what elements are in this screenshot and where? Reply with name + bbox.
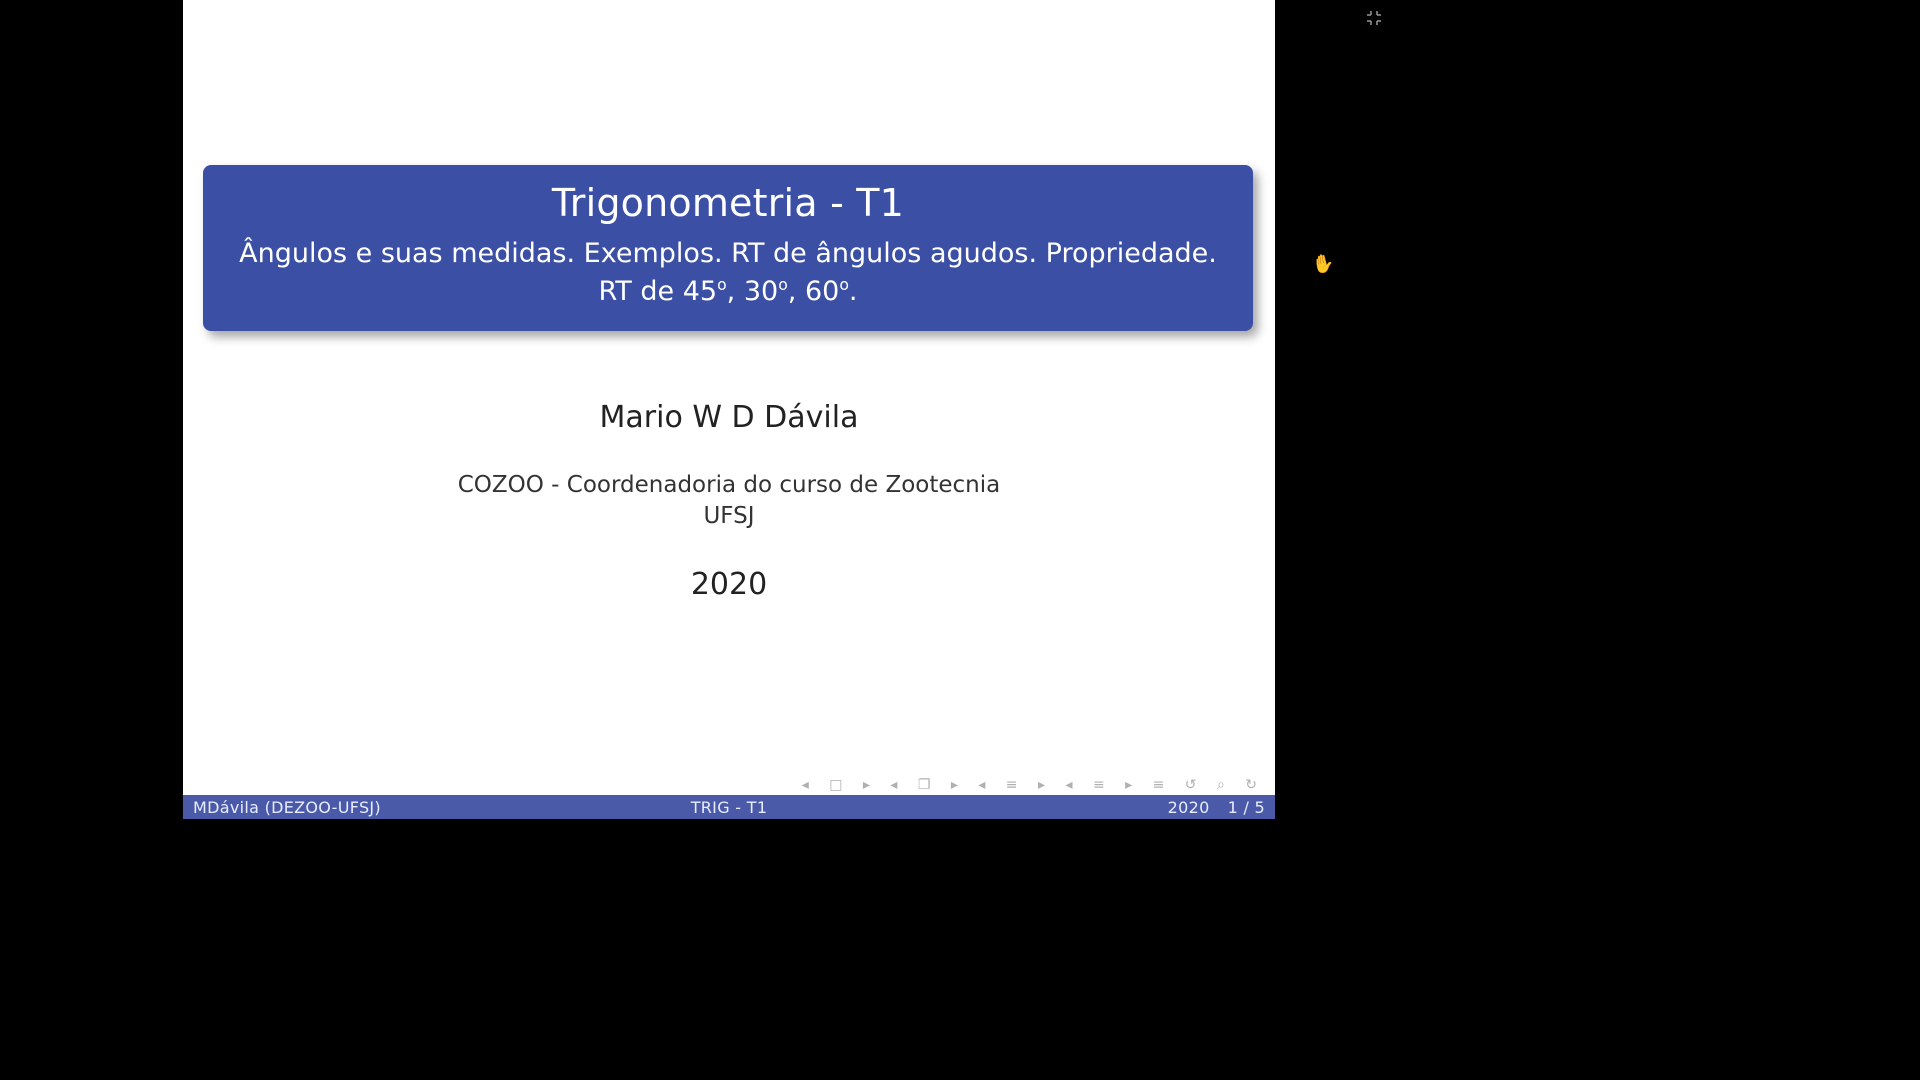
nav-cycle-icon[interactable]: ↺ ⌕ ↻ [1185, 777, 1265, 793]
title-block: Trigonometria - T1 Ângulos e suas medida… [203, 165, 1253, 331]
beamer-nav-strip: ◂ □ ▸ ◂ ❐ ▸ ◂ ≡ ▸ ◂ ≡ ▸ ≡ ↺ ⌕ ↻ [802, 777, 1265, 793]
presentation-stage: Trigonometria - T1 Ângulos e suas medida… [0, 0, 1920, 1080]
nav-section-next-icon[interactable]: ◂ ≡ ▸ [1065, 777, 1140, 793]
footer-right: 2020 1 / 5 [1168, 798, 1265, 817]
slide-subtitle: Ângulos e suas medidas. Exemplos. RT de … [221, 235, 1235, 311]
nav-outline-icon[interactable]: ≡ [1153, 777, 1173, 793]
subtitle-line-1: Ângulos e suas medidas. Exemplos. RT de … [239, 238, 1217, 269]
slide-footer: MDávila (DEZOO-UFSJ) TRIG - T1 2020 1 / … [183, 795, 1275, 819]
slide: Trigonometria - T1 Ângulos e suas medida… [183, 0, 1275, 819]
institute: COZOO - Coordenadoria do curso de Zootec… [183, 470, 1275, 532]
footer-year: 2020 [1168, 798, 1210, 817]
footer-page: 1 / 5 [1228, 798, 1265, 817]
hand-cursor-icon: ✋ [1310, 252, 1336, 277]
slide-title: Trigonometria - T1 [221, 181, 1235, 225]
subtitle-line-2: RT de 45o, 30o, 60o. [599, 276, 858, 307]
exit-fullscreen-icon[interactable] [1366, 10, 1382, 26]
nav-section-prev-icon[interactable]: ◂ ≡ ▸ [978, 777, 1053, 793]
date: 2020 [183, 567, 1275, 602]
nav-prev-icon[interactable]: ◂ ❐ ▸ [890, 777, 966, 793]
author: Mario W D Dávila [183, 400, 1275, 435]
nav-first-icon[interactable]: ◂ □ ▸ [802, 777, 878, 793]
footer-author: MDávila (DEZOO-UFSJ) [193, 798, 381, 817]
institute-line-1: COZOO - Coordenadoria do curso de Zootec… [458, 472, 1001, 498]
institute-line-2: UFSJ [703, 503, 754, 529]
